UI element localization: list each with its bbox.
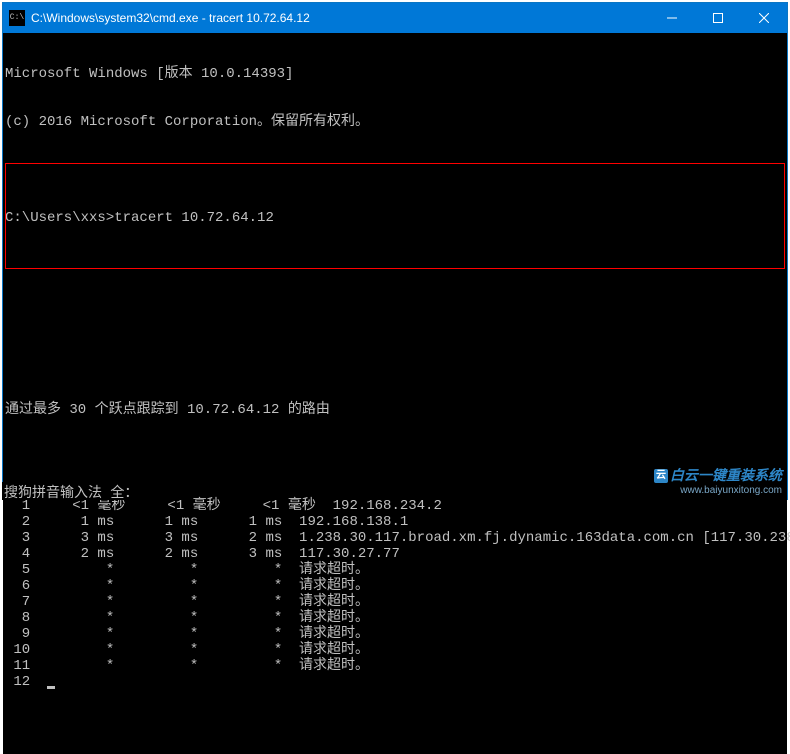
system-menu-icon[interactable] — [9, 10, 25, 26]
minimize-button[interactable] — [649, 3, 695, 33]
copyright-line: (c) 2016 Microsoft Corporation。保留所有权利。 — [5, 114, 787, 130]
hop-row: 10 * * * 请求超时。 — [5, 642, 787, 658]
hop-row: 12 — [5, 674, 787, 690]
header-line: Microsoft Windows [版本 10.0.14393] — [5, 66, 787, 82]
blank-line — [5, 258, 787, 274]
window-controls — [649, 3, 787, 33]
ime-status-text: 搜狗拼音输入法 全： — [4, 486, 138, 502]
cmd-window: C:\Windows\system32\cmd.exe - tracert 10… — [2, 2, 788, 500]
hop-row: 11 * * * 请求超时。 — [5, 658, 787, 674]
hop-row: 5 * * * 请求超时。 — [5, 562, 787, 578]
minimize-icon — [667, 13, 677, 23]
maximize-button[interactable] — [695, 3, 741, 33]
prompt-line: C:\Users\xxs>tracert 10.72.64.12 — [5, 210, 787, 226]
hops-list: 1 <1 毫秒 <1 毫秒 <1 毫秒 192.168.234.2 2 1 ms… — [5, 498, 787, 690]
route-intro-line: 通过最多 30 个跃点跟踪到 10.72.64.12 的路由 — [5, 402, 787, 418]
titlebar[interactable]: C:\Windows\system32\cmd.exe - tracert 10… — [3, 3, 787, 33]
blank-line — [5, 450, 787, 466]
close-icon — [759, 13, 769, 23]
hop-row: 7 * * * 请求超时。 — [5, 594, 787, 610]
maximize-icon — [713, 13, 723, 23]
window-title: C:\Windows\system32\cmd.exe - tracert 10… — [31, 11, 649, 25]
blank-line — [5, 354, 787, 370]
hop-row: 4 2 ms 2 ms 3 ms 117.30.27.77 — [5, 546, 787, 562]
hop-row: 3 3 ms 3 ms 2 ms 1.238.30.117.broad.xm.f… — [5, 530, 787, 546]
hop-row: 8 * * * 请求超时。 — [5, 610, 787, 626]
hop-row: 6 * * * 请求超时。 — [5, 578, 787, 594]
hop-row: 2 1 ms 1 ms 1 ms 192.168.138.1 — [5, 514, 787, 530]
terminal-output[interactable]: Microsoft Windows [版本 10.0.14393] (c) 20… — [3, 33, 787, 754]
blank-line — [5, 306, 787, 322]
cursor — [47, 686, 55, 689]
hop-row: 9 * * * 请求超时。 — [5, 626, 787, 642]
blank-line — [5, 162, 787, 178]
close-button[interactable] — [741, 3, 787, 33]
ime-status-bar: 搜狗拼音输入法 全： — [2, 482, 138, 500]
